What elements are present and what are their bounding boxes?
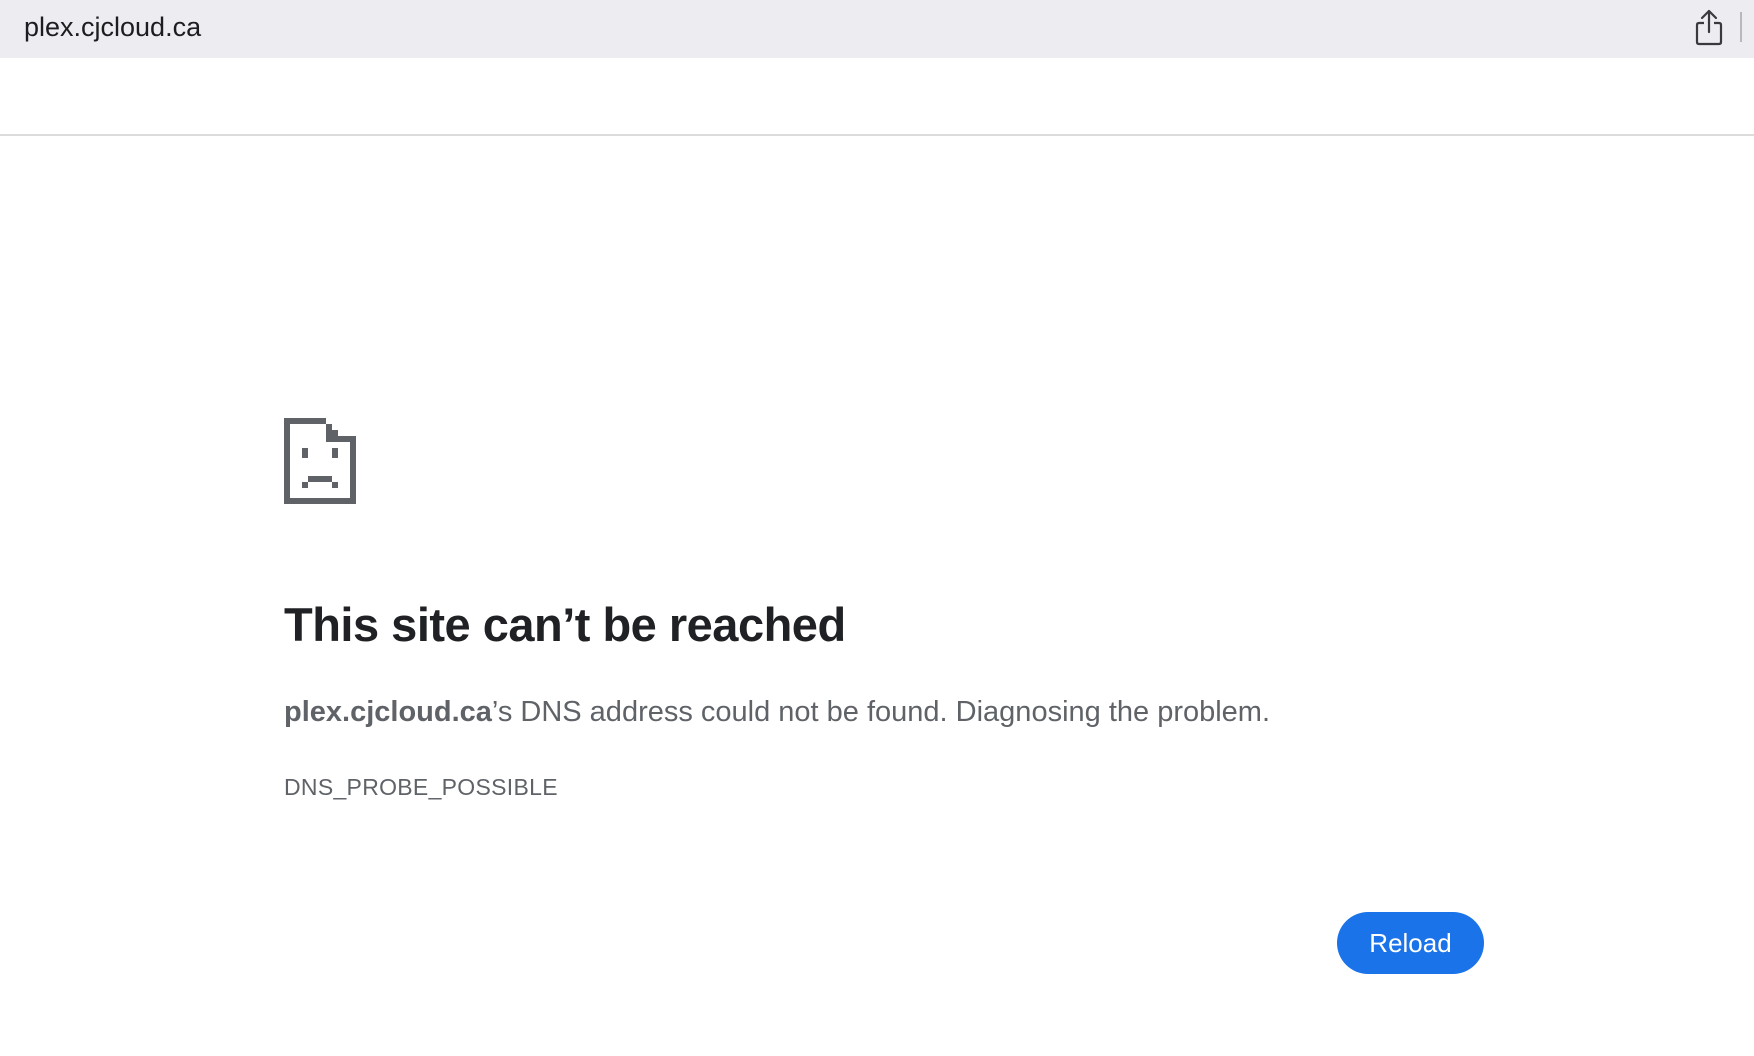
toolbar-strip: [0, 58, 1754, 134]
error-page: This site can’t be reached plex.cjcloud.…: [284, 136, 1484, 1056]
error-host: plex.cjcloud.ca: [284, 696, 492, 728]
error-summary: plex.cjcloud.ca’s DNS address could not …: [284, 692, 1270, 732]
sad-file-icon: [284, 418, 356, 504]
share-icon[interactable]: [1692, 8, 1726, 46]
reload-button[interactable]: Reload: [1337, 912, 1484, 974]
error-code: DNS_PROBE_POSSIBLE: [284, 774, 558, 800]
error-message: ’s DNS address could not be found. Diagn…: [491, 696, 1271, 728]
toolbar-divider: [1740, 12, 1742, 42]
url-text[interactable]: plex.cjcloud.ca: [24, 9, 201, 45]
error-title: This site can’t be reached: [284, 598, 846, 651]
browser-address-bar: plex.cjcloud.ca: [0, 0, 1754, 58]
